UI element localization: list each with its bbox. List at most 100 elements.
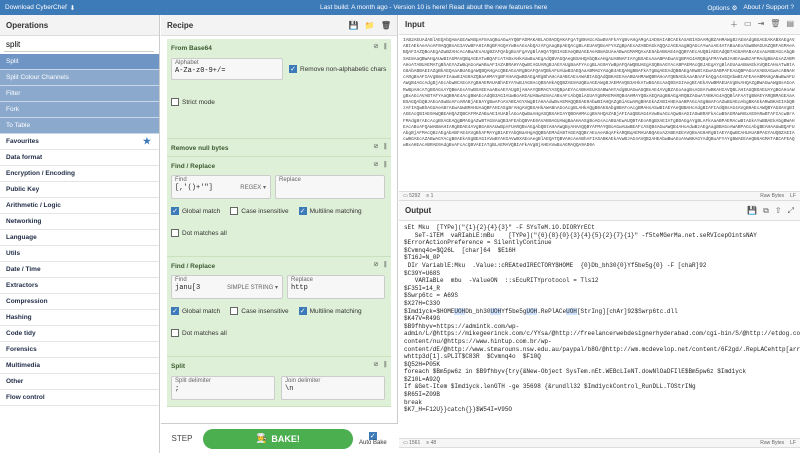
category-data-format[interactable]: Data format	[0, 150, 159, 166]
category-forensics[interactable]: Forensics	[0, 342, 159, 358]
find-field[interactable]: Find [,'()+'"] REGEX ▾	[171, 175, 271, 199]
checkbox-label: Multiline matching	[309, 207, 362, 215]
join-delimiter-field[interactable]: Join delimiter \n	[281, 376, 385, 400]
build-notice[interactable]: Last build: A month ago - Version 10 is …	[160, 4, 707, 11]
category-multimedia[interactable]: Multimedia	[0, 358, 159, 374]
open-folder-icon[interactable]: ▭	[744, 19, 752, 30]
save-icon[interactable]: 💾	[747, 206, 757, 216]
output-title: Output	[405, 206, 432, 215]
category-favourites[interactable]: Favourites ★	[0, 134, 159, 150]
field-value: \n	[285, 385, 294, 393]
pause-icon[interactable]: ∥	[384, 142, 387, 150]
pause-icon[interactable]: ∥	[384, 260, 387, 268]
disable-icon[interactable]: ⊘	[373, 42, 378, 50]
output-header: Output 💾 ⧉ ⇧ ⤢	[399, 201, 800, 221]
find-field[interactable]: Find janu[3 SIMPLE STRING ▾	[171, 275, 283, 299]
disable-icon[interactable]: ⊘	[373, 260, 378, 268]
replace-field[interactable]: Replace	[275, 175, 385, 199]
output-eol-select[interactable]: LF	[790, 440, 796, 446]
case-insensitive-checkbox[interactable]: Case insensitive	[230, 207, 289, 215]
trash-icon[interactable]: 🗑	[770, 19, 780, 30]
input-encoding-select[interactable]: Raw Bytes	[760, 193, 784, 199]
category-utils[interactable]: Utils	[0, 246, 159, 262]
pause-icon[interactable]: ∥	[384, 42, 387, 50]
op-result-fork[interactable]: Fork	[0, 102, 159, 118]
replace-field[interactable]: Replace http	[287, 275, 385, 299]
case-insensitive-checkbox[interactable]: Case insensitive	[230, 307, 289, 315]
operations-search-input[interactable]	[4, 38, 154, 52]
category-extractors[interactable]: Extractors	[0, 278, 159, 294]
replace-input-icon[interactable]: ⇧	[775, 206, 782, 216]
multiline-checkbox[interactable]: ✓ Multiline matching	[298, 207, 362, 215]
ingredient-remove-null-bytes[interactable]: Remove null bytes ⊘ ∥	[167, 139, 391, 157]
io-panel: Input ＋ ▭ ⇥ 🗑 ▤ IAB2AEUAdABlAEQAbQAmAGEAWABp…	[399, 15, 800, 453]
disable-icon[interactable]: ⊘	[373, 360, 378, 368]
add-tab-icon[interactable]: ＋	[730, 19, 738, 30]
multiline-checkbox[interactable]: ✓ Multiline matching	[298, 307, 362, 315]
find-mode-select[interactable]: REGEX ▾	[240, 184, 266, 191]
dot-matches-all-checkbox[interactable]: Dot matches all	[171, 329, 387, 337]
bake-button[interactable]: 👨‍🍳 BAKE!	[203, 428, 353, 449]
check-icon: ✓	[368, 431, 377, 440]
remove-nonalpha-checkbox[interactable]: ✓ Remove non-alphabetic chars	[289, 65, 386, 73]
category-hashing[interactable]: Hashing	[0, 310, 159, 326]
split-delimiter-field[interactable]: Split delimiter;	[171, 376, 275, 400]
check-icon: ✓	[171, 207, 179, 215]
op-result-filter[interactable]: Filter	[0, 86, 159, 102]
category-encryption-encoding[interactable]: Encryption / Encoding	[0, 166, 159, 182]
gear-icon: ⚙	[731, 4, 738, 12]
checkbox-label: Case insensitive	[241, 307, 289, 315]
output-encoding-select[interactable]: Raw Bytes	[760, 440, 784, 446]
ingredient-title: Split	[171, 362, 186, 370]
step-button[interactable]: STEP	[161, 434, 203, 443]
layout-icon[interactable]: ▤	[786, 19, 794, 30]
category-networking[interactable]: Networking	[0, 214, 159, 230]
op-result-to-table[interactable]: To Table	[0, 118, 159, 134]
checkbox-box	[230, 307, 239, 315]
input-eol-select[interactable]: LF	[790, 193, 796, 199]
check-icon: ✓	[289, 65, 297, 73]
auto-bake-checkbox[interactable]: ✓ Auto Bake	[359, 431, 387, 446]
category-arithmetic-logic[interactable]: Arithmetic / Logic	[0, 198, 159, 214]
category-flow-control[interactable]: Flow control	[0, 390, 159, 406]
global-match-checkbox[interactable]: ✓ Global match	[171, 307, 220, 315]
save-icon[interactable]: 💾	[349, 21, 359, 30]
op-result-split[interactable]: Split	[0, 54, 159, 70]
category-compression[interactable]: Compression	[0, 294, 159, 310]
folder-icon[interactable]: 📁	[365, 21, 375, 30]
copy-icon[interactable]: ⧉	[763, 206, 769, 216]
alphabet-field[interactable]: Alphabet A-Za-z0-9+/=	[171, 58, 283, 80]
ingredient-find-replace-1[interactable]: Find / Replace ⊘ ∥ Find [,'()+'"] REGEX ▾ R…	[167, 157, 391, 257]
pause-icon[interactable]: ∥	[384, 360, 387, 368]
ingredient-from-base64[interactable]: From Base64 ⊘ ∥ Alphabet A-Za-z0-9+/= ✓ Rem…	[167, 39, 391, 139]
category-code-tidy[interactable]: Code tidy	[0, 326, 159, 342]
category-public-key[interactable]: Public Key	[0, 182, 159, 198]
trash-icon[interactable]: 🗑	[381, 21, 391, 30]
dot-matches-all-checkbox[interactable]: Dot matches all	[171, 229, 387, 237]
maximise-icon[interactable]: ⤢	[788, 206, 794, 216]
operations-panel: Operations Split Split Colour Channels F…	[0, 15, 160, 453]
options-label: Options	[707, 4, 730, 12]
check-icon: ✓	[298, 207, 307, 215]
about-support-button[interactable]: About / Support ?	[743, 4, 794, 11]
output-textarea[interactable]: sEt Mku [TYPe]("{1}{2}{4}{3}" -F SYsTeM.…	[399, 221, 800, 438]
global-match-checkbox[interactable]: ✓ Global match	[171, 207, 220, 215]
ingredient-split[interactable]: Split ⊘ ∥ Split delimiter; Join delimiter…	[167, 357, 391, 407]
find-mode-select[interactable]: SIMPLE STRING ▾	[227, 284, 278, 291]
checkbox-label: Remove non-alphabetic chars	[300, 65, 387, 73]
input-textarea[interactable]: IAB2AEUAdABlAEQAbQAmAGEAWABpAF8AaQBuAGwA…	[399, 35, 800, 191]
category-language[interactable]: Language	[0, 230, 159, 246]
disable-icon[interactable]: ⊘	[373, 142, 378, 150]
disable-icon[interactable]: ⊘	[373, 160, 378, 168]
category-other[interactable]: Other	[0, 374, 159, 390]
download-cyberchef-link[interactable]: Download CyberChef ⬇	[0, 4, 160, 12]
category-date-time[interactable]: Date / Time	[0, 262, 159, 278]
pause-icon[interactable]: ∥	[384, 160, 387, 168]
options-button[interactable]: Options ⚙	[707, 4, 737, 12]
open-file-icon[interactable]: ⇥	[758, 19, 765, 30]
field-label: Join delimiter	[285, 378, 321, 384]
ingredient-find-replace-2[interactable]: Find / Replace ⊘ ∥ Find janu[3 SIMPLE STRIN…	[167, 257, 391, 357]
checkbox-label: Multiline matching	[309, 307, 362, 315]
strict-mode-checkbox[interactable]: Strict mode	[171, 98, 387, 106]
op-result-split-colour-channels[interactable]: Split Colour Channels	[0, 70, 159, 86]
